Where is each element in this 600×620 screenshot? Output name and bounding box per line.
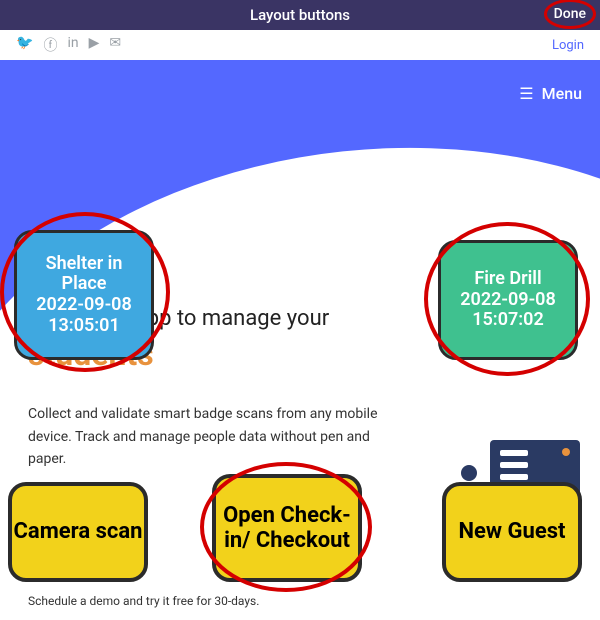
youtube-icon[interactable]: ▶ [89,35,100,55]
schedule-text: Schedule a demo and try it free for 30-d… [28,594,388,608]
hero-desc: Collect and validate smart badge scans f… [28,403,388,470]
tile-fire-drill[interactable]: Fire Drill 2022-09-08 15:07:02 [438,240,578,360]
tile-fire-name: Fire Drill [447,269,569,290]
status-bar: Layout buttons Done [0,0,600,30]
social-icons: 🐦 ⓕ in ▶ ✉ [16,35,121,55]
mail-icon[interactable]: ✉ [109,35,121,55]
twitter-icon[interactable]: 🐦 [16,35,33,55]
linkedin-icon[interactable]: in [67,35,78,55]
login-link[interactable]: Login [552,38,584,53]
tile-new-guest[interactable]: New Guest [442,482,582,582]
tile-open-checkin-checkout[interactable]: Open Check-in/ Checkout [212,474,362,582]
tile-shelter-name: Shelter in Place [23,254,145,295]
status-title: Layout buttons [250,6,350,24]
tile-camera-scan[interactable]: Camera scan [8,482,148,582]
tile-shelter-ts: 2022-09-08 13:05:01 [23,295,145,336]
done-button[interactable]: Done [550,4,590,24]
menu-label: Menu [542,84,582,103]
facebook-icon[interactable]: ⓕ [43,35,57,55]
top-nav: 🐦 ⓕ in ▶ ✉ Login [0,30,600,60]
tile-shelter-in-place[interactable]: Shelter in Place 2022-09-08 13:05:01 [14,230,154,360]
tile-fire-ts: 2022-09-08 15:07:02 [447,290,569,331]
menu-button[interactable]: ☰ Menu [519,84,582,103]
hamburger-icon: ☰ [519,84,533,103]
